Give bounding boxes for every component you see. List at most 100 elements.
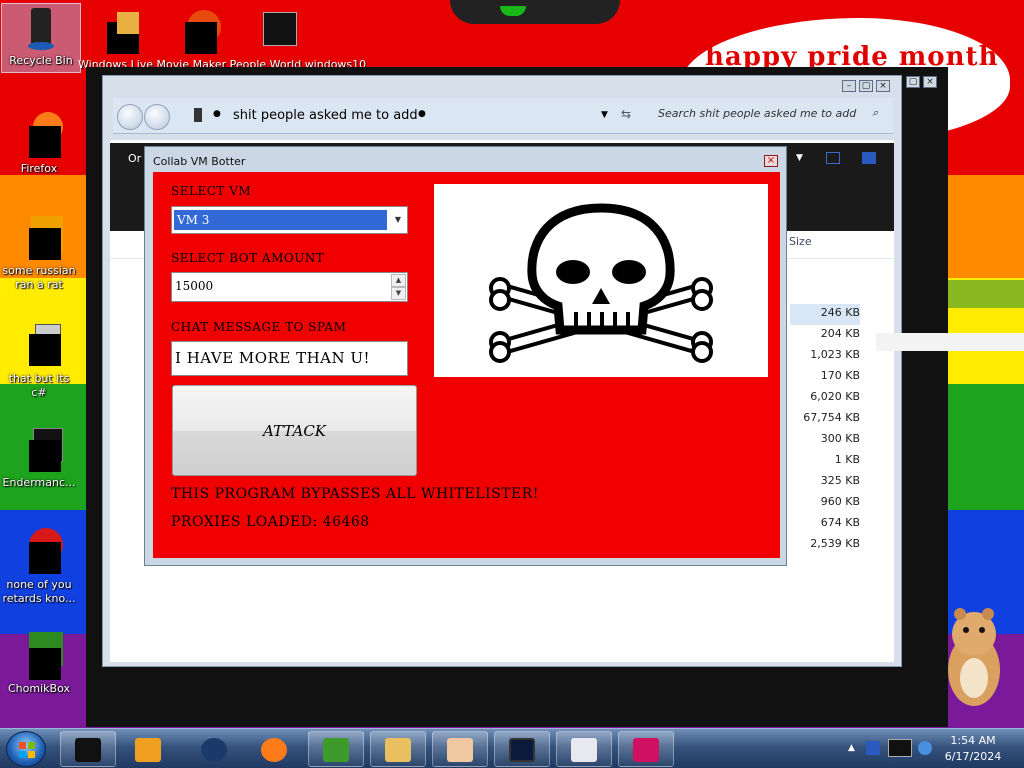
file-size-cell: 67,754 KB bbox=[803, 411, 860, 424]
organize-menu[interactable]: Or bbox=[128, 152, 141, 165]
view-dropdown-icon[interactable]: ▼ bbox=[796, 153, 803, 163]
volume-icon[interactable] bbox=[918, 741, 932, 755]
chomikbox-icon bbox=[15, 632, 63, 680]
search-icon: ⌕ bbox=[872, 106, 879, 119]
forward-button[interactable] bbox=[144, 104, 170, 130]
monitor-icon bbox=[509, 738, 535, 762]
folder-icon bbox=[385, 738, 411, 762]
taskbar-button-globe[interactable] bbox=[186, 731, 242, 767]
taskbar-button-media[interactable] bbox=[120, 731, 176, 767]
select-vm-label: SELECT VM bbox=[171, 184, 252, 198]
windows10-icon bbox=[249, 10, 297, 58]
attack-button[interactable]: ATTACK bbox=[172, 385, 417, 476]
taskbar-button-folder[interactable] bbox=[370, 731, 426, 767]
vm-select[interactable]: VM 3 ▼ bbox=[171, 206, 408, 234]
green-bar bbox=[940, 280, 1024, 308]
desktop-icon-that-but-csharp[interactable]: that but its c# bbox=[0, 322, 78, 400]
black-folder-icon bbox=[75, 738, 101, 762]
system-tray: ▲ bbox=[840, 729, 940, 768]
file-size-cell: 6,020 KB bbox=[810, 390, 860, 403]
clock-date: 6/17/2024 bbox=[944, 750, 1002, 763]
file-size-cell: 170 KB bbox=[820, 369, 860, 382]
back-button[interactable] bbox=[117, 104, 143, 130]
restore-button[interactable]: ▢ bbox=[906, 76, 920, 88]
opera-icon bbox=[15, 528, 63, 576]
recycle-bin-icon bbox=[17, 4, 65, 52]
endermanch-icon bbox=[15, 426, 63, 474]
tray-expand-icon[interactable]: ▲ bbox=[848, 743, 855, 753]
app-icon bbox=[633, 738, 659, 762]
close-button[interactable]: × bbox=[923, 76, 937, 88]
chevron-down-icon[interactable]: ▼ bbox=[390, 210, 406, 230]
start-button[interactable] bbox=[6, 731, 46, 767]
desktop-icon-label: some russian ran a rat bbox=[2, 264, 76, 291]
desktop-icon-recycle-bin[interactable]: Recycle Bin bbox=[1, 3, 81, 73]
file-size-cell: 246 KB bbox=[790, 304, 860, 325]
chat-message-input[interactable]: I HAVE MORE THAN U! bbox=[171, 341, 408, 376]
desktop-icon-firefox[interactable]: Firefox bbox=[0, 112, 78, 176]
desktop-icon-endermanch[interactable]: Endermanc... bbox=[0, 426, 78, 490]
clock[interactable]: 1:54 AM 6/17/2024 bbox=[940, 733, 1006, 765]
preview-pane-icon[interactable] bbox=[826, 152, 840, 164]
help-icon[interactable] bbox=[862, 152, 876, 164]
close-button[interactable]: × bbox=[876, 80, 890, 92]
dialog-body: SELECT VM VM 3 ▼ SELECT BOT AMOUNT 15000… bbox=[153, 172, 780, 558]
media-player-icon bbox=[135, 738, 161, 762]
dialog-close-button[interactable]: × bbox=[764, 155, 778, 167]
file-size-cell: 960 KB bbox=[820, 495, 860, 508]
stepper-down-icon[interactable]: ▼ bbox=[391, 287, 406, 300]
desktop-icon-russian-rat[interactable]: some russian ran a rat bbox=[0, 214, 78, 292]
desktop-icon-label: that but its c# bbox=[8, 372, 70, 399]
bypass-text: THIS PROGRAM BYPASSES ALL WHITELISTER! bbox=[171, 486, 539, 502]
taskbar: ▲ 1:54 AM 6/17/2024 bbox=[0, 728, 1024, 768]
firefox-icon bbox=[15, 112, 63, 160]
desktop-icon-people-world[interactable] bbox=[160, 10, 238, 60]
breadcrumb-arrow-icon[interactable]: ● bbox=[418, 109, 426, 119]
file-size-cell: 300 KB bbox=[820, 432, 860, 445]
chat-message-label: CHAT MESSAGE TO SPAM bbox=[171, 320, 347, 334]
taskbar-button-java[interactable] bbox=[556, 731, 612, 767]
desktop-icon-label: ChomikBox bbox=[8, 682, 70, 695]
chomikbox-icon bbox=[323, 738, 349, 762]
network-icon[interactable] bbox=[888, 739, 912, 757]
taskbar-button-app[interactable] bbox=[618, 731, 674, 767]
desktop-icon-label: Recycle Bin bbox=[9, 54, 73, 67]
minimize-button[interactable]: – bbox=[842, 80, 856, 92]
desktop-icon-label: none of you retards kno... bbox=[2, 578, 76, 605]
file-size-cell: 1,023 KB bbox=[810, 348, 860, 361]
refresh-icon[interactable]: ⇆ bbox=[621, 107, 631, 121]
desktop-icon-movie-maker[interactable] bbox=[78, 10, 156, 60]
file-size-cell: 674 KB bbox=[820, 516, 860, 529]
outer-bar bbox=[876, 333, 1024, 351]
size-column-header[interactable]: Size bbox=[789, 235, 812, 248]
search-placeholder: Search shit people asked me to add bbox=[658, 107, 857, 120]
globe-icon bbox=[201, 738, 227, 762]
desktop-icon-label: Endermanc... bbox=[2, 476, 76, 489]
top-shape bbox=[450, 0, 620, 24]
address-dropdown-icon[interactable]: ▼ bbox=[601, 110, 608, 120]
desktop-icon-none-of-you[interactable]: none of you retards kno... bbox=[0, 528, 78, 606]
collab-vm-botter-dialog: Collab VM Botter × SELECT VM VM 3 ▼ SELE… bbox=[144, 146, 787, 566]
action-center-icon[interactable] bbox=[866, 741, 880, 755]
taskbar-button-firefox[interactable] bbox=[246, 731, 302, 767]
search-input[interactable]: Search shit people asked me to add ⌕ bbox=[650, 103, 890, 127]
taskbar-button-monitor[interactable] bbox=[494, 731, 550, 767]
hamster-image bbox=[940, 604, 1010, 708]
clock-time: 1:54 AM bbox=[950, 734, 996, 747]
rat-app-icon bbox=[15, 214, 63, 262]
maximize-button[interactable]: ▢ bbox=[859, 80, 873, 92]
address-path[interactable]: shit people asked me to add bbox=[233, 108, 418, 123]
file-size-cell: 204 KB bbox=[820, 327, 860, 340]
desktop-icon-chomikbox[interactable]: ChomikBox bbox=[0, 632, 78, 696]
desktop-icon-windows10[interactable] bbox=[234, 10, 312, 60]
taskbar-button-explorer[interactable] bbox=[60, 731, 116, 767]
people-world-icon bbox=[175, 10, 223, 58]
file-size-cell: 2,539 KB bbox=[810, 537, 860, 550]
taskbar-button-doctor[interactable] bbox=[432, 731, 488, 767]
skull-crossbones-icon bbox=[489, 203, 713, 363]
stepper-up-icon[interactable]: ▲ bbox=[391, 274, 406, 287]
bot-amount-stepper[interactable]: 15000 ▲ ▼ bbox=[171, 272, 408, 302]
taskbar-button-chomikbox[interactable] bbox=[308, 731, 364, 767]
java-icon bbox=[571, 738, 597, 762]
skull-image bbox=[434, 184, 768, 377]
